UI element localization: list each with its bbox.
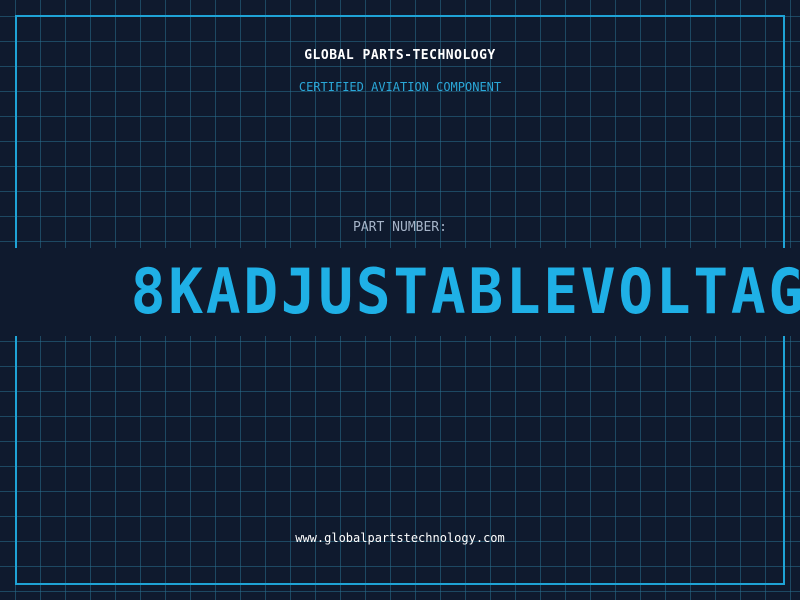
certificate-page: GLOBAL PARTS-TECHNOLOGY CERTIFIED AVIATI…	[0, 0, 800, 600]
certification-subtitle: CERTIFIED AVIATION COMPONENT	[298, 80, 502, 94]
part-number-value: 8KADJUSTABLEVOLTAG	[130, 255, 800, 328]
company-name: GLOBAL PARTS-TECHNOLOGY	[304, 48, 496, 63]
part-number-band: 8KADJUSTABLEVOLTAG	[0, 248, 800, 336]
website-url: www.globalpartstechnology.com	[295, 531, 505, 545]
part-number-label: PART NUMBER:	[353, 220, 447, 235]
